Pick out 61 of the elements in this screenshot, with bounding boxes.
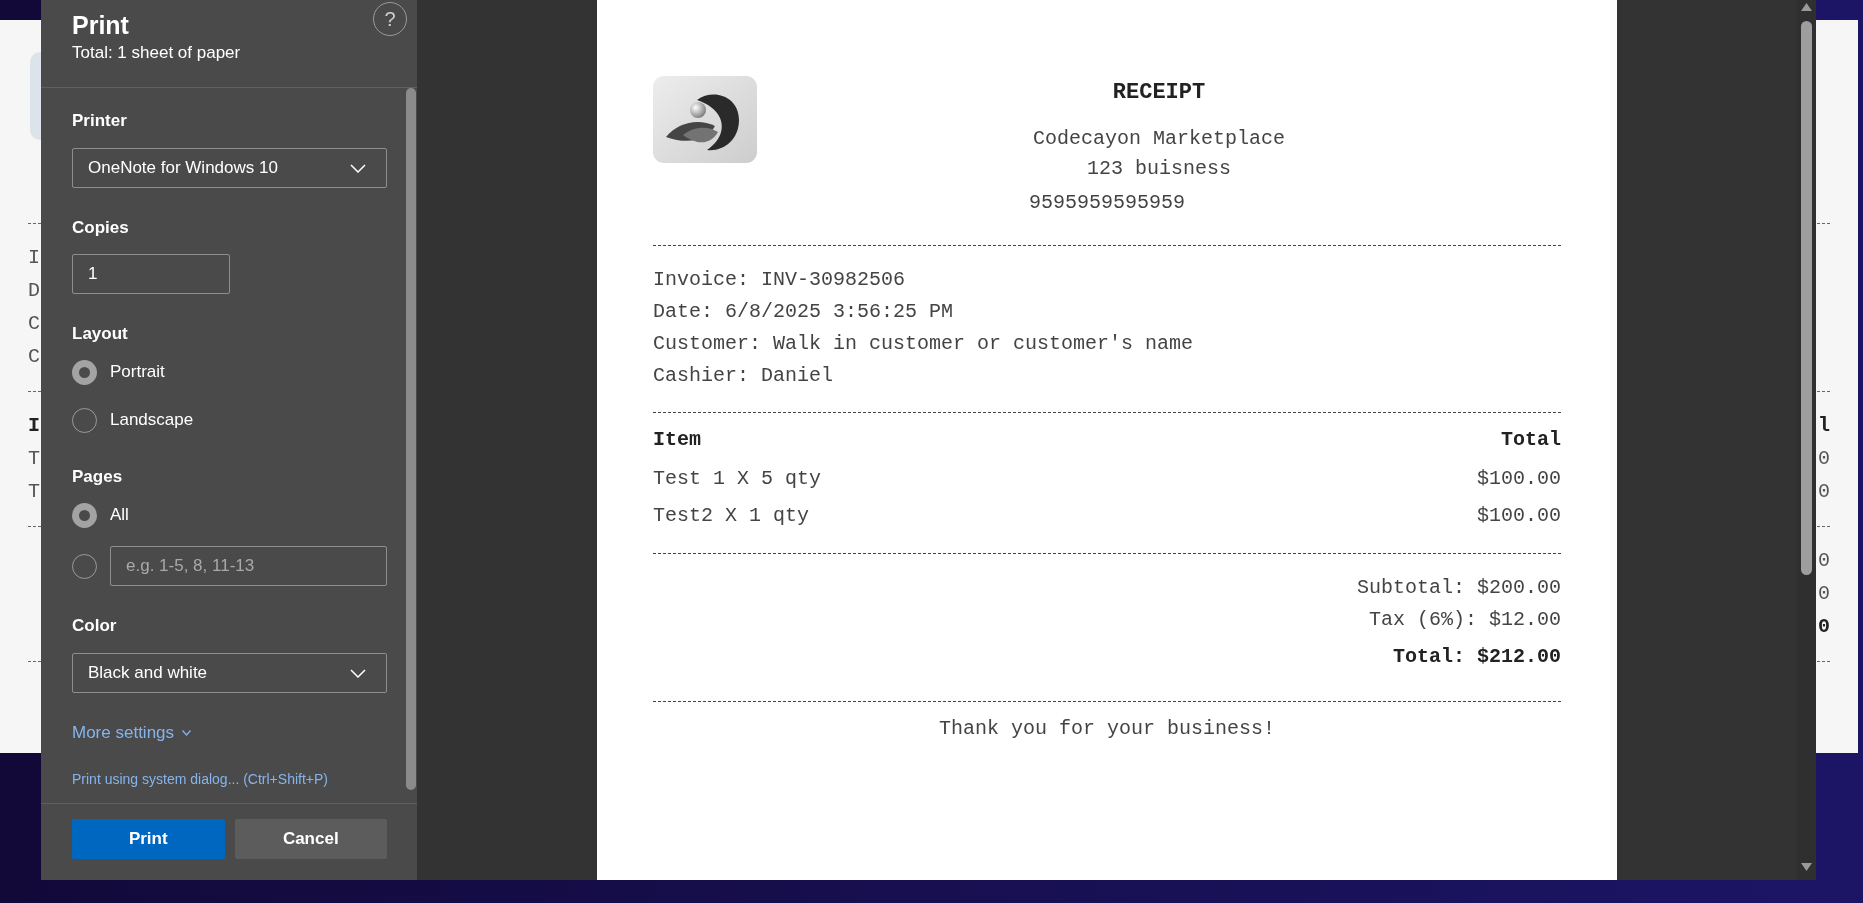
store-name: Codecayon Marketplace: [1032, 126, 1285, 152]
store-phone: 9595959595959: [1029, 190, 1185, 216]
text-fragment: 0: [1818, 446, 1830, 472]
text-fragment: 0: [1818, 581, 1830, 607]
section-label: Layout: [72, 323, 128, 345]
logo-tile-icon: [30, 52, 41, 140]
receipt-title: RECEIPT: [1112, 80, 1206, 106]
scrollbar-thumb[interactable]: [406, 88, 416, 790]
text-fragment: I: [28, 245, 40, 271]
page-range-field[interactable]: e.g. 1-5, 8, 11-13: [110, 546, 387, 586]
system-dialog-link[interactable]: Print using system dialog... (Ctrl+Shift+P): [72, 771, 328, 787]
column-header: Total: [1501, 427, 1561, 453]
text-fragment: 0: [1818, 479, 1830, 505]
radio-label[interactable]: Landscape: [110, 409, 194, 431]
section-label: Printer: [72, 110, 127, 132]
item-name: Test2 X 1 qty: [653, 503, 810, 529]
chevron-down-icon: [350, 668, 366, 678]
item-name: Test 1 X 5 qty: [653, 466, 822, 492]
cancel-button[interactable]: Cancel: [234, 819, 387, 859]
store-address: 123 buisness: [1087, 156, 1231, 182]
radio-button[interactable]: [72, 359, 97, 385]
receipt-detail-text: Cashier: Daniel: [653, 363, 834, 389]
receipt-detail-text: Date: 6/8/2025 3:56:25 PM: [653, 299, 954, 325]
dropdown[interactable]: Black and white: [72, 653, 387, 693]
chevron-down-icon: [182, 730, 192, 736]
chevron-down-icon: [350, 163, 366, 173]
text-fragment: l: [1818, 413, 1830, 439]
summary-text: Total: $212.00: [1392, 644, 1561, 670]
text-fragment: T: [28, 479, 40, 505]
scrollbar-track[interactable]: [1797, 0, 1816, 880]
print-button[interactable]: Print: [72, 819, 225, 859]
dialog-title: Print: [72, 10, 129, 40]
receipt-detail-text: Invoice: INV-30982506: [653, 267, 906, 293]
text-fragment: T: [28, 446, 40, 472]
scroll-up-icon[interactable]: [1801, 3, 1812, 11]
summary-text: Tax (6%): $12.00: [1368, 607, 1561, 633]
sheet-count-text: Total: 1 sheet of paper: [72, 42, 241, 64]
summary-text: Subtotal: $200.00: [1356, 575, 1561, 601]
receipt-detail-text: Customer: Walk in customer or customer's name: [653, 331, 1194, 357]
swirl-logo-icon: [653, 76, 757, 163]
dropdown[interactable]: OneNote for Windows 10: [72, 148, 387, 188]
text-fragment: C: [28, 344, 40, 370]
item-total: $100.00: [1477, 466, 1561, 492]
section-label: Copies: [72, 217, 129, 239]
column-header: Item: [653, 427, 701, 453]
section-label: Pages: [72, 466, 123, 488]
text-fragment: D: [28, 278, 40, 304]
radio-button[interactable]: [72, 502, 97, 528]
scroll-down-icon[interactable]: [1801, 863, 1812, 871]
text-fragment: C: [28, 311, 40, 337]
text-fragment: 0: [1818, 614, 1830, 640]
scrollbar-thumb[interactable]: [1801, 21, 1812, 575]
radio-label[interactable]: Portrait: [110, 361, 165, 383]
item-total: $100.00: [1477, 503, 1561, 529]
radio-label[interactable]: All: [110, 504, 129, 526]
text-fragment: 0: [1818, 548, 1830, 574]
thank-you-text: Thank you for your business!: [938, 716, 1276, 742]
text-fragment: I: [28, 413, 40, 439]
section-label: Color: [72, 615, 117, 637]
more-settings-link[interactable]: More settings: [72, 722, 192, 744]
copies-field[interactable]: 1: [72, 254, 230, 294]
